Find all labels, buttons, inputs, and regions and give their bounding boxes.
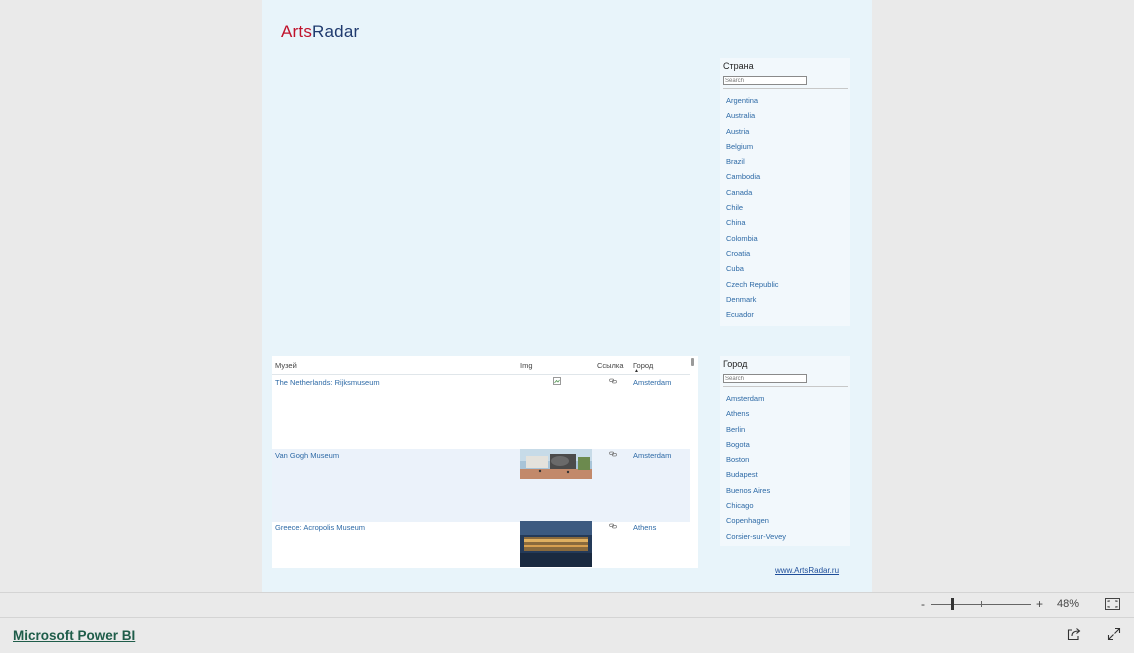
- zoom-bar: - + 48%: [0, 592, 1134, 617]
- logo-part-arts: Arts: [281, 22, 313, 41]
- country-item[interactable]: Australia: [726, 111, 779, 126]
- expand-icon[interactable]: [1107, 627, 1121, 641]
- table-row: Greece: Acropolis Museum Athens: [272, 521, 690, 568]
- zoom-in-button[interactable]: +: [1036, 597, 1043, 611]
- logo-part-radar: Radar: [312, 22, 360, 41]
- country-item[interactable]: Denmark: [726, 295, 779, 310]
- link-icon[interactable]: [609, 523, 617, 529]
- country-item[interactable]: Chile: [726, 203, 779, 218]
- broken-image-icon: [553, 377, 561, 385]
- museum-cell[interactable]: Van Gogh Museum: [275, 451, 339, 460]
- museum-cell[interactable]: The Netherlands: Rijksmuseum: [275, 378, 380, 387]
- country-item[interactable]: Cambodia: [726, 172, 779, 187]
- artsradar-logo: ArtsRadar: [281, 22, 359, 42]
- country-list: Argentina Australia Austria Belgium Braz…: [726, 96, 779, 325]
- country-item[interactable]: Argentina: [726, 96, 779, 111]
- microsoft-power-bi-link[interactable]: Microsoft Power BI: [13, 628, 135, 643]
- country-item[interactable]: Colombia: [726, 234, 779, 249]
- city-slicer: Город Amsterdam Athens Berlin Bogota Bos…: [720, 356, 850, 546]
- country-item[interactable]: Ecuador: [726, 310, 779, 325]
- country-search-input[interactable]: [723, 76, 807, 85]
- column-header-link[interactable]: Ссылка: [597, 361, 624, 370]
- city-item[interactable]: Athens: [726, 409, 786, 424]
- city-item[interactable]: Copenhagen: [726, 516, 786, 531]
- city-item[interactable]: Chicago: [726, 501, 786, 516]
- museum-thumbnail: [520, 521, 592, 567]
- vertical-scrollbar[interactable]: [691, 358, 694, 366]
- country-slicer-title: Страна: [723, 61, 754, 71]
- city-item[interactable]: Boston: [726, 455, 786, 470]
- share-icon[interactable]: [1067, 627, 1081, 641]
- city-item[interactable]: Buenos Aires: [726, 486, 786, 501]
- column-header-museum[interactable]: Музей: [275, 361, 297, 370]
- table-row: The Netherlands: Rijksmuseum Amsterdam: [272, 376, 690, 449]
- city-slicer-title: Город: [723, 359, 748, 369]
- city-item[interactable]: Bogota: [726, 440, 786, 455]
- country-item[interactable]: Croatia: [726, 249, 779, 264]
- fit-to-page-icon[interactable]: [1105, 598, 1120, 610]
- country-item[interactable]: Belgium: [726, 142, 779, 157]
- museum-thumbnail: [520, 449, 592, 479]
- column-header-img[interactable]: Img: [520, 361, 533, 370]
- divider: [723, 386, 848, 387]
- city-item[interactable]: Berlin: [726, 425, 786, 440]
- artsradar-website-link[interactable]: www.ArtsRadar.ru: [775, 566, 839, 575]
- header-divider: [272, 374, 690, 375]
- link-icon[interactable]: [609, 451, 617, 457]
- link-icon[interactable]: [609, 378, 617, 384]
- country-item[interactable]: Canada: [726, 188, 779, 203]
- city-search-input[interactable]: [723, 374, 807, 383]
- footer-bar: Microsoft Power BI: [0, 617, 1134, 653]
- city-list: Amsterdam Athens Berlin Bogota Boston Bu…: [726, 394, 786, 547]
- museum-table: Музей Img Ссылка Город ▲ The Netherlands…: [272, 356, 698, 568]
- table-row: Van Gogh Museum Amsterdam: [272, 449, 690, 522]
- zoom-slider-thumb[interactable]: [951, 598, 954, 610]
- zoom-percent: 48%: [1057, 598, 1080, 610]
- city-item[interactable]: Amsterdam: [726, 394, 786, 409]
- country-item[interactable]: Czech Republic: [726, 280, 779, 295]
- country-slicer: Страна Argentina Australia Austria Belgi…: [720, 58, 850, 326]
- city-cell[interactable]: Amsterdam: [633, 378, 671, 387]
- country-item[interactable]: Cuba: [726, 264, 779, 279]
- city-cell[interactable]: Athens: [633, 523, 656, 532]
- country-item[interactable]: Brazil: [726, 157, 779, 172]
- zoom-out-button[interactable]: -: [921, 597, 925, 611]
- zoom-slider-tick: [981, 601, 982, 607]
- city-item[interactable]: Corsier-sur-Vevey: [726, 532, 786, 547]
- museum-cell[interactable]: Greece: Acropolis Museum: [275, 523, 365, 532]
- city-cell[interactable]: Amsterdam: [633, 451, 671, 460]
- country-item[interactable]: Austria: [726, 127, 779, 142]
- city-item[interactable]: Budapest: [726, 470, 786, 485]
- divider: [723, 88, 848, 89]
- country-item[interactable]: China: [726, 218, 779, 233]
